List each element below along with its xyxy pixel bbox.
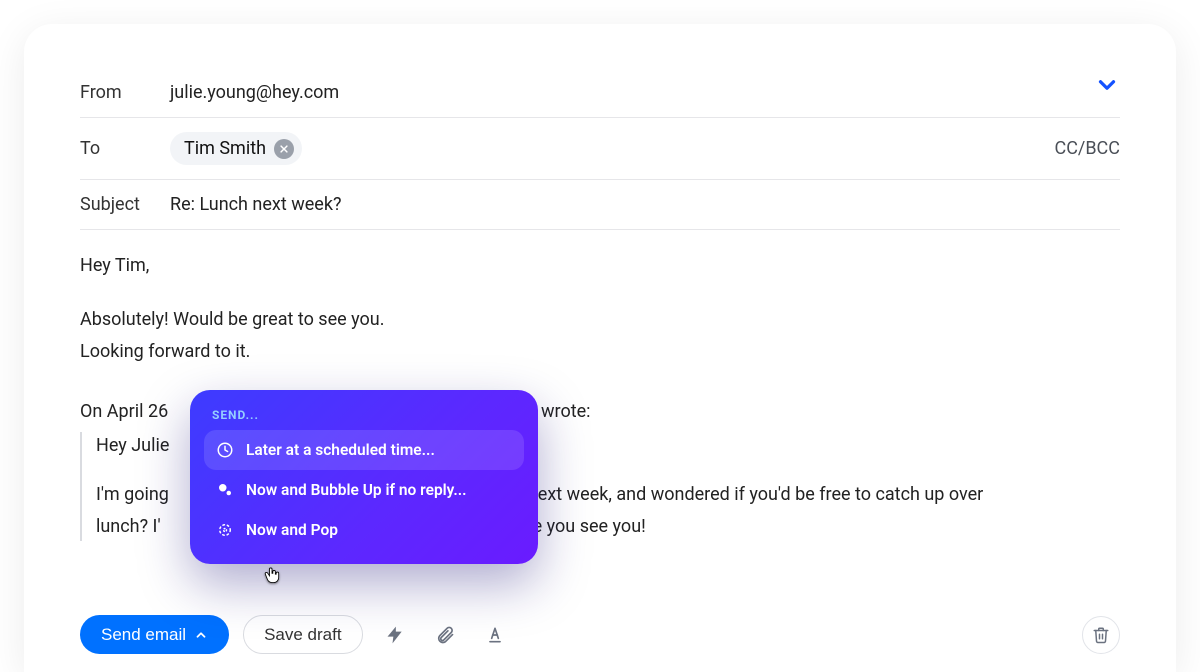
trash-icon — [1092, 626, 1110, 644]
send-email-label: Send email — [101, 626, 186, 643]
send-option-bubble-up[interactable]: Now and Bubble Up if no reply... — [204, 470, 524, 510]
recipient-chip-label: Tim Smith — [184, 138, 266, 159]
collapse-icon[interactable] — [1094, 72, 1120, 102]
discard-draft-button[interactable] — [1082, 616, 1120, 654]
from-row: From julie.young@hey.com — [80, 68, 1120, 118]
compose-toolbar: Send email Save draft — [80, 615, 1120, 654]
subject-label: Subject — [80, 194, 152, 215]
bubble-icon — [216, 481, 234, 499]
send-option-now-and-pop-label: Now and Pop — [246, 521, 338, 539]
send-option-bubble-up-label: Now and Bubble Up if no reply... — [246, 481, 467, 499]
body-line-2: Looking forward to it. — [80, 338, 1120, 366]
subject-row: Subject Re: Lunch next week? — [80, 180, 1120, 230]
cursor-hand-icon — [262, 564, 282, 590]
send-options-menu[interactable]: SEND... Later at a scheduled time... Now… — [190, 390, 538, 564]
compose-card: From julie.young@hey.com To Tim Smith CC… — [24, 24, 1176, 672]
remove-recipient-icon[interactable] — [274, 139, 294, 159]
pop-icon — [216, 521, 234, 539]
to-row: To Tim Smith CC/BCC — [80, 118, 1120, 180]
send-email-button[interactable]: Send email — [80, 615, 229, 654]
to-label: To — [80, 138, 152, 159]
quick-actions-icon[interactable] — [377, 617, 413, 653]
subject-value[interactable]: Re: Lunch next week? — [170, 194, 341, 215]
send-menu-title: SEND... — [212, 408, 516, 422]
recipient-chip[interactable]: Tim Smith — [170, 132, 302, 165]
send-option-now-and-pop[interactable]: Now and Pop — [204, 510, 524, 550]
save-draft-button[interactable]: Save draft — [243, 615, 363, 654]
from-value[interactable]: julie.young@hey.com — [170, 82, 339, 103]
ccbcc-toggle[interactable]: CC/BCC — [1054, 138, 1120, 159]
send-option-later-label: Later at a scheduled time... — [246, 441, 435, 459]
chevron-up-icon — [194, 628, 208, 642]
body-line-1: Absolutely! Would be great to see you. — [80, 306, 1120, 334]
text-format-icon[interactable] — [477, 617, 513, 653]
body-greeting: Hey Tim, — [80, 252, 1120, 280]
attachment-icon[interactable] — [427, 617, 463, 653]
save-draft-label: Save draft — [264, 626, 342, 643]
send-option-later[interactable]: Later at a scheduled time... — [204, 430, 524, 470]
from-label: From — [80, 82, 152, 103]
clock-icon — [216, 441, 234, 459]
